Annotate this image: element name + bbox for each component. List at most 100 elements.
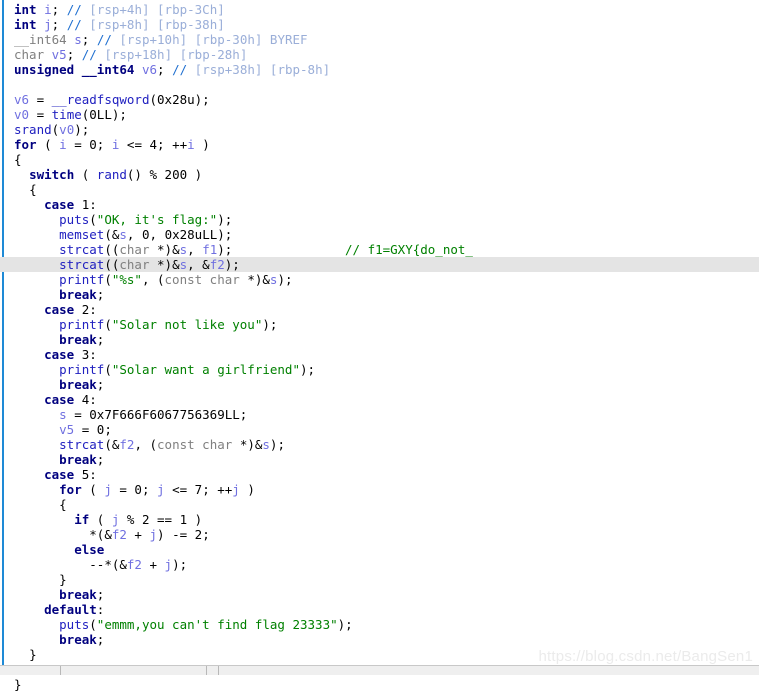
code-line[interactable] [0, 77, 759, 92]
code-token: ; [96, 137, 112, 152]
code-line[interactable]: case 5: [0, 467, 759, 482]
code-token: for [14, 137, 37, 152]
code-line[interactable]: int j; // [rsp+8h] [rbp-38h] [0, 17, 759, 32]
code-token: 0 [89, 137, 97, 152]
code-line[interactable]: v0 = time(0LL); [0, 107, 759, 122]
code-line[interactable]: case 2: [0, 302, 759, 317]
code-token: ; ++ [157, 137, 188, 152]
code-line[interactable]: --*(&f2 + j); [0, 557, 759, 572]
code-line[interactable]: default: [0, 602, 759, 617]
code-token: : [96, 602, 105, 617]
code-token: char [119, 257, 158, 272]
code-token: ; [202, 527, 210, 542]
code-line[interactable]: switch ( rand() % 200 ) [0, 167, 759, 182]
code-line-highlighted[interactable]: strcat((char *)&s, &f2); [0, 257, 759, 272]
code-token: f2 [209, 257, 225, 272]
code-token: break [59, 287, 97, 302]
code-line[interactable]: case 3: [0, 347, 759, 362]
status-strip[interactable] [0, 666, 759, 675]
code-token: strcat [59, 437, 105, 452]
code-line[interactable]: { [0, 152, 759, 167]
code-listing[interactable]: int i; // [rsp+4h] [rbp-3Ch] int j; // [r… [0, 0, 759, 692]
code-token: ) [239, 482, 255, 497]
code-token: s [179, 242, 188, 257]
code-line[interactable]: printf("Solar not like you"); [0, 317, 759, 332]
code-line[interactable]: s = 0x7F666F6067756369LL; [0, 407, 759, 422]
code-line[interactable]: break; [0, 377, 759, 392]
code-token: v0 [14, 107, 30, 122]
code-line[interactable]: printf("Solar want a girlfriend"); [0, 362, 759, 377]
code-token: v5 [59, 422, 75, 437]
code-token: + [141, 557, 165, 572]
code-token: ( [89, 512, 112, 527]
code-line[interactable]: puts("emmm,you can't find flag 23333"); [0, 617, 759, 632]
watermark-url: https://blog.csdn.net/BangSen1 [538, 648, 753, 665]
code-token: "OK, it's flag:" [96, 212, 218, 227]
code-line[interactable]: } [0, 572, 759, 587]
code-token: (& [104, 437, 120, 452]
code-token: : [89, 467, 97, 482]
code-token: ) [187, 167, 203, 182]
code-line[interactable]: srand(v0); [0, 122, 759, 137]
code-token: printf [59, 272, 105, 287]
code-line[interactable]: case 4: [0, 392, 759, 407]
code-token: break [59, 632, 97, 647]
code-line[interactable]: puts("OK, it's flag:"); [0, 212, 759, 227]
code-token: ( [104, 272, 112, 287]
code-line[interactable]: unsigned __int64 v6; // [rsp+38h] [rbp-8… [0, 62, 759, 77]
code-line[interactable]: v6 = __readfsqword(0x28u); [0, 92, 759, 107]
code-line[interactable]: char v5; // [rsp+18h] [rbp-28h] [0, 47, 759, 62]
code-token: case [44, 392, 75, 407]
code-line[interactable]: for ( j = 0; j <= 7; ++j ) [0, 482, 759, 497]
code-token: strcat [59, 242, 105, 257]
code-token: , [126, 227, 142, 242]
code-token: , ( [141, 272, 165, 287]
code-token: [rsp+18h] [rbp-28h] [104, 47, 248, 62]
code-line[interactable]: else [0, 542, 759, 557]
code-token: i [187, 137, 195, 152]
code-line[interactable]: break; [0, 332, 759, 347]
code-token: ; [96, 332, 105, 347]
code-token: // [96, 32, 112, 47]
code-line[interactable]: break; [0, 632, 759, 647]
code-line[interactable]: break; [0, 452, 759, 467]
code-token: = [66, 407, 90, 422]
code-line[interactable]: break; [0, 587, 759, 602]
code-token: case [44, 197, 75, 212]
code-line[interactable]: if ( j % 2 == 1 ) [0, 512, 759, 527]
code-line[interactable]: printf("%s", (const char *)&s); [0, 272, 759, 287]
code-token: case [44, 302, 75, 317]
code-line[interactable]: memset(&s, 0, 0x28uLL); [0, 227, 759, 242]
code-line[interactable]: break; [0, 287, 759, 302]
code-line[interactable]: strcat((char *)&s, f1); // f1=GXY{do_not_ [0, 242, 759, 257]
code-line[interactable]: int i; // [rsp+4h] [rbp-3Ch] [0, 2, 759, 17]
code-token: "Solar want a girlfriend" [111, 362, 300, 377]
code-line[interactable]: case 1: [0, 197, 759, 212]
code-line[interactable]: *(&f2 + j) -= 2; [0, 527, 759, 542]
code-line[interactable]: } [0, 677, 759, 692]
code-line[interactable]: { [0, 182, 759, 197]
code-line[interactable]: __int64 s; // [rsp+10h] [rbp-30h] BYREF [0, 32, 759, 47]
code-line[interactable]: strcat(&f2, (const char *)&s); [0, 437, 759, 452]
code-token: ( [36, 137, 60, 152]
code-token: "%s" [111, 272, 142, 287]
code-line[interactable]: v5 = 0; [0, 422, 759, 437]
code-token: // [66, 2, 82, 17]
code-token: char [14, 47, 45, 62]
code-line[interactable]: for ( i = 0; i <= 4; ++i ) [0, 137, 759, 152]
code-token: memset [59, 227, 105, 242]
code-line[interactable]: { [0, 497, 759, 512]
pseudocode-view[interactable]: int i; // [rsp+4h] [rbp-3Ch] int j; // [r… [0, 0, 759, 692]
code-token: s [74, 32, 82, 47]
